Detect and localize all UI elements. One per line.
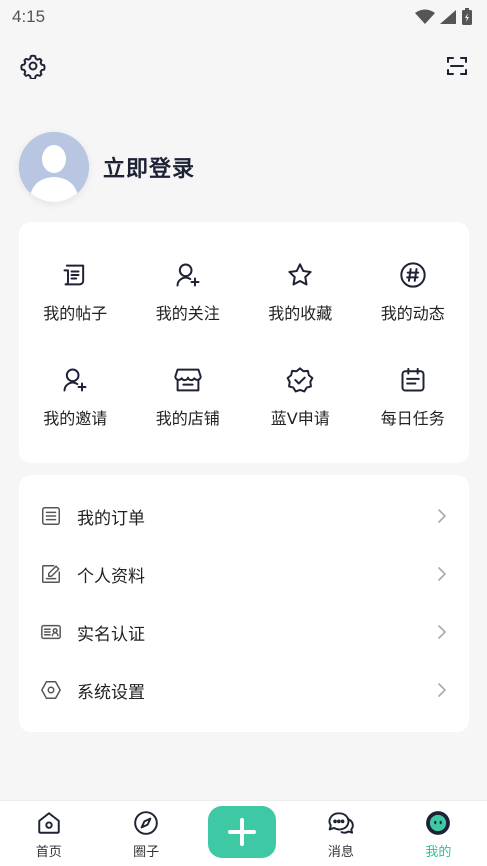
tab-label: 圈子 xyxy=(133,845,160,860)
status-icons xyxy=(415,8,473,26)
chevron-right-icon xyxy=(438,567,446,581)
face-icon xyxy=(426,811,451,835)
hexagon-settings-icon xyxy=(41,681,61,699)
tab-mine[interactable]: 我的 xyxy=(390,801,487,866)
feature-grid: 我的帖子 我的关注 我的收藏 我的动态 我的邀请 我的店铺 蓝V申请 每日任务 xyxy=(19,222,469,463)
grid-label: 我的收藏 xyxy=(268,304,333,324)
grid-label: 我的动态 xyxy=(380,304,445,324)
verified-badge-icon xyxy=(286,367,314,393)
profile-header[interactable]: 立即登录 xyxy=(19,132,195,202)
list-label: 我的订单 xyxy=(77,508,145,529)
grid-label: 每日任务 xyxy=(380,408,445,428)
grid-item-blue-v-apply[interactable]: 蓝V申请 xyxy=(244,345,357,450)
list-item-my-orders[interactable]: 我的订单 xyxy=(19,487,469,545)
signal-icon xyxy=(440,10,456,24)
plus-icon xyxy=(228,818,256,846)
chevron-right-icon xyxy=(438,683,446,697)
default-avatar-icon xyxy=(19,132,89,202)
chat-icon xyxy=(328,812,354,834)
grid-item-my-invites[interactable]: 我的邀请 xyxy=(19,345,132,450)
calendar-icon xyxy=(401,367,425,392)
hashtag-icon xyxy=(400,262,426,288)
grid-label: 我的帖子 xyxy=(43,304,108,324)
post-icon xyxy=(63,264,85,286)
gear-icon xyxy=(20,54,46,79)
star-icon xyxy=(288,263,312,286)
invite-user-icon xyxy=(63,368,87,392)
tab-messages[interactable]: 消息 xyxy=(292,801,389,866)
follow-user-icon xyxy=(176,263,200,287)
home-icon xyxy=(37,812,60,834)
grid-item-my-activity[interactable]: 我的动态 xyxy=(357,240,470,345)
compass-icon xyxy=(134,811,158,835)
tab-label: 消息 xyxy=(327,845,354,860)
status-time: 4:15 xyxy=(12,7,46,26)
grid-item-my-shop[interactable]: 我的店铺 xyxy=(132,345,245,450)
grid-label: 蓝V申请 xyxy=(270,408,330,428)
edit-profile-icon xyxy=(42,565,60,583)
shop-icon xyxy=(174,368,202,392)
list-label: 个人资料 xyxy=(77,566,145,587)
wifi-icon xyxy=(415,9,435,24)
status-bar: 4:15 xyxy=(0,0,487,34)
settings-button[interactable] xyxy=(19,52,47,80)
grid-item-my-favorites[interactable]: 我的收藏 xyxy=(244,240,357,345)
battery-icon xyxy=(462,8,472,25)
list-item-profile-info[interactable]: 个人资料 xyxy=(19,545,469,603)
login-link[interactable]: 立即登录 xyxy=(103,151,195,183)
tab-label: 我的 xyxy=(425,845,452,860)
tab-circle[interactable]: 圈子 xyxy=(97,801,194,866)
grid-label: 我的关注 xyxy=(155,304,220,324)
order-list-icon xyxy=(42,507,60,525)
list-item-system-settings[interactable]: 系统设置 xyxy=(19,661,469,719)
grid-label: 我的店铺 xyxy=(155,408,220,428)
scan-icon xyxy=(447,57,467,75)
create-post-button[interactable] xyxy=(208,806,276,858)
grid-item-daily-tasks[interactable]: 每日任务 xyxy=(357,345,470,450)
avatar[interactable] xyxy=(19,132,89,202)
list-label: 实名认证 xyxy=(77,624,145,645)
chevron-right-icon xyxy=(438,509,446,523)
tab-label: 首页 xyxy=(35,845,62,860)
list-label: 系统设置 xyxy=(77,682,145,703)
settings-list: 我的订单 个人资料 实名认证 系统设置 xyxy=(19,475,469,732)
scan-button[interactable] xyxy=(443,52,471,80)
tab-home[interactable]: 首页 xyxy=(0,801,97,866)
grid-item-my-follows[interactable]: 我的关注 xyxy=(132,240,245,345)
id-card-icon xyxy=(41,624,61,640)
grid-label: 我的邀请 xyxy=(43,408,108,428)
grid-item-my-posts[interactable]: 我的帖子 xyxy=(19,240,132,345)
list-item-real-name-auth[interactable]: 实名认证 xyxy=(19,603,469,661)
chevron-right-icon xyxy=(438,625,446,639)
